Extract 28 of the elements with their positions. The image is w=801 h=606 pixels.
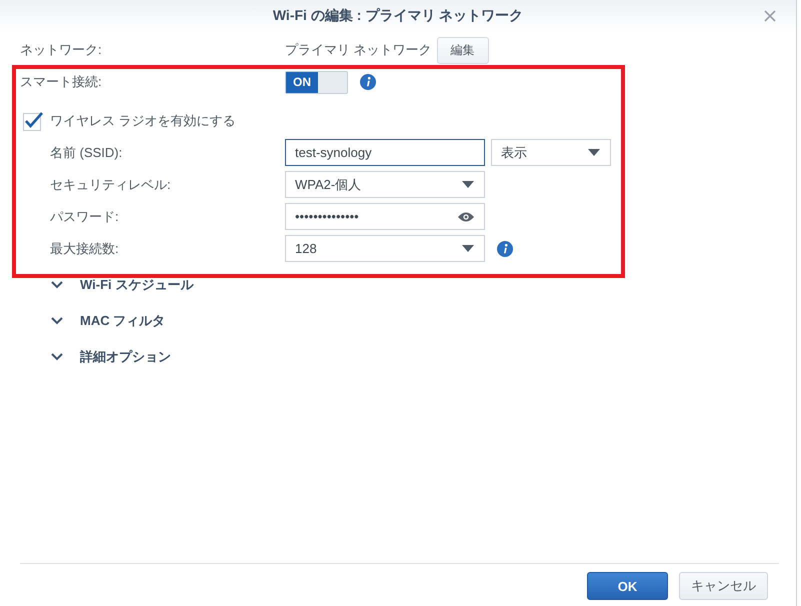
text-field[interactable]: test-synology bbox=[285, 139, 485, 166]
wireless-radio-checkbox[interactable] bbox=[23, 111, 43, 131]
smart-connect-label: スマート接続: bbox=[20, 73, 103, 91]
field-label: 名前 (SSID): bbox=[50, 144, 124, 162]
edit-button[interactable]: 編集 bbox=[436, 36, 489, 64]
caret-icon bbox=[462, 181, 474, 188]
field-label: セキュリティレベル: bbox=[50, 176, 172, 194]
info-icon[interactable] bbox=[360, 74, 376, 90]
network-name: プライマリ ネットワーク bbox=[285, 41, 432, 59]
caret-icon bbox=[588, 149, 600, 156]
caret-icon bbox=[462, 245, 474, 252]
section-toggle[interactable]: Wi-Fi スケジュール bbox=[51, 267, 194, 303]
dropdown[interactable]: WPA2-個人 bbox=[285, 171, 485, 198]
section-toggle[interactable]: 詳細オプション bbox=[51, 339, 171, 375]
section-toggle[interactable]: MAC フィルタ bbox=[51, 303, 166, 339]
ok-button[interactable]: OK bbox=[587, 572, 668, 600]
network-label: ネットワーク: bbox=[20, 41, 103, 59]
eye-icon[interactable] bbox=[458, 212, 474, 222]
show-dropdown[interactable]: 表示 bbox=[491, 139, 611, 166]
password-field[interactable]: •••••••••••••• bbox=[285, 203, 485, 230]
cancel-button[interactable]: キャンセル bbox=[679, 572, 768, 600]
smart-connect-toggle[interactable]: ON bbox=[285, 70, 348, 94]
field-label: パスワード: bbox=[50, 208, 120, 226]
wireless-radio-label: ワイヤレス ラジオを有効にする bbox=[50, 112, 236, 130]
field-label: 最大接続数: bbox=[50, 240, 120, 258]
window-title: Wi-Fi の編集 : プライマリ ネットワーク bbox=[272, 7, 524, 25]
dropdown[interactable]: 128 bbox=[285, 235, 485, 262]
info-icon[interactable] bbox=[497, 240, 513, 256]
